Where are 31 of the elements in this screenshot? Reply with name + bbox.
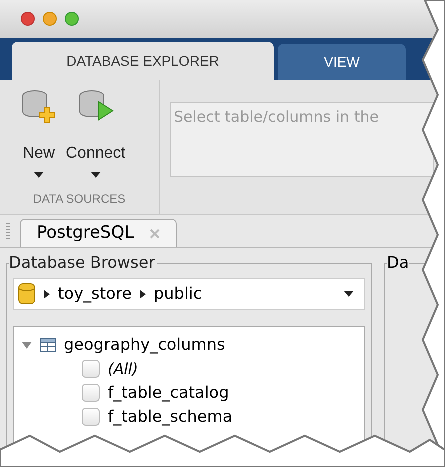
close-icon[interactable]	[21, 12, 35, 26]
breadcrumb-arrow-icon	[140, 290, 146, 298]
group-label: DATA SOURCES	[32, 191, 127, 208]
minimize-icon[interactable]	[43, 12, 57, 26]
toolbar-button[interactable]: New	[20, 88, 58, 190]
caret-icon	[34, 172, 44, 178]
checkbox[interactable]	[82, 408, 100, 426]
table-icon	[40, 338, 56, 352]
column-label[interactable]: f_table_catalog	[108, 381, 230, 405]
ribbon-tab[interactable]: VIEW	[278, 44, 406, 80]
breadcrumb-item[interactable]: public	[154, 282, 202, 306]
ribbon-tab[interactable]: DATABASE EXPLORER	[12, 42, 274, 80]
database-icon	[18, 283, 36, 305]
database-add-icon	[20, 88, 58, 126]
dropdown-caret-icon[interactable]	[344, 291, 354, 297]
tree-node-label[interactable]: geography_columns	[64, 333, 226, 357]
column-label[interactable]: (All)	[108, 358, 138, 380]
query-field[interactable]: Select table/columns in the	[170, 102, 434, 177]
zoom-icon[interactable]	[65, 12, 79, 26]
expand-arrow-icon[interactable]	[22, 340, 32, 350]
checkbox[interactable]	[82, 384, 100, 402]
toolbar-button[interactable]: Connect	[66, 88, 126, 190]
column-label[interactable]: f_table_schema	[108, 405, 233, 429]
tab-label: PostgreSQL	[37, 222, 134, 245]
path-dropdown[interactable]: toy_store public	[13, 278, 365, 310]
checkbox[interactable]	[82, 360, 100, 378]
breadcrumb-arrow-icon	[44, 290, 50, 298]
breadcrumb-item[interactable]: toy_store	[58, 282, 132, 306]
document-tab[interactable]: PostgreSQL	[20, 219, 178, 247]
caret-icon	[90, 172, 101, 178]
grip-icon[interactable]	[6, 223, 10, 241]
